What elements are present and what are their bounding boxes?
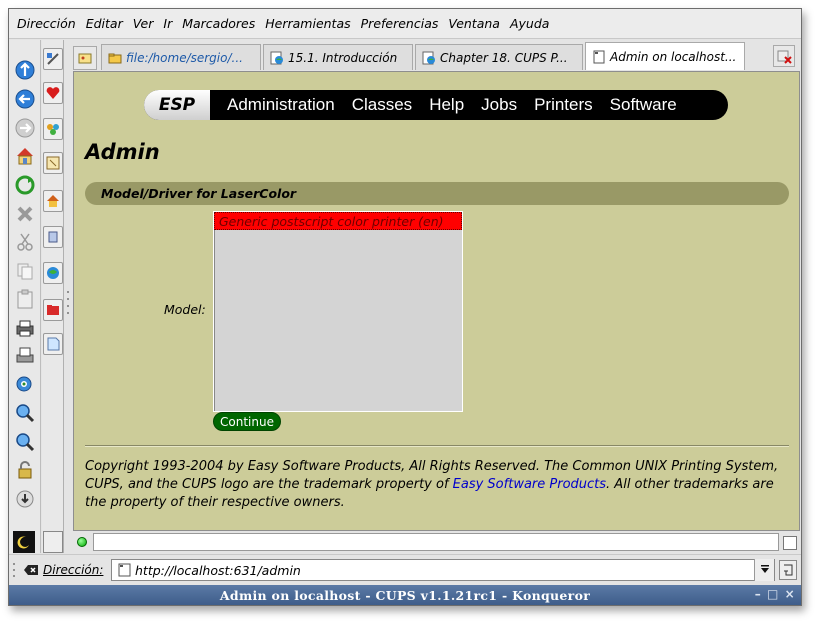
model-label: Model: [164, 302, 206, 317]
location-label: Dirección: [43, 563, 104, 577]
model-select-list[interactable]: Generic postscript color printer (en) [213, 211, 463, 412]
nav-link-printers[interactable]: Printers [534, 95, 593, 115]
tab-label: Admin on localhost... [610, 49, 737, 64]
page-icon [593, 50, 605, 63]
maximize-button[interactable]: □ [767, 587, 779, 601]
web-page-content: ESP Administration Classes Help Jobs Pri… [73, 71, 800, 531]
paste-icon[interactable] [13, 287, 37, 311]
horizontal-rule [85, 445, 789, 447]
sidebar-strip [42, 40, 64, 553]
tab-bar: file:/home/sergio/... 15.1. Introducción… [73, 42, 801, 70]
nav-link-administration[interactable]: Administration [227, 95, 335, 115]
location-history-dropdown[interactable] [754, 559, 774, 581]
network-icon[interactable] [43, 262, 63, 284]
new-tab-icon [78, 53, 92, 64]
home-icon[interactable] [13, 144, 37, 168]
back-icon[interactable] [13, 87, 37, 111]
tab-label: Chapter 18. CUPS P... [440, 50, 568, 65]
config-sidebar-icon[interactable] [43, 48, 63, 70]
home-folder-icon[interactable] [43, 190, 63, 212]
page-title: Admin [85, 140, 160, 164]
window-controls: – □ × [755, 587, 795, 601]
notes-icon[interactable] [43, 333, 63, 355]
main-toolbar [9, 40, 41, 553]
status-led-icon [77, 537, 87, 547]
nav-link-jobs[interactable]: Jobs [481, 95, 517, 115]
minimize-button[interactable]: – [755, 587, 761, 601]
location-field[interactable] [111, 559, 775, 581]
print-icon[interactable] [13, 316, 37, 340]
menu-marcadores[interactable]: Marcadores [182, 16, 255, 31]
copyright-notice: Copyright 1993-2004 by Easy Software Pro… [85, 458, 797, 512]
easy-software-link[interactable]: Easy Software Products [453, 477, 606, 492]
page-icon [118, 563, 131, 577]
root-folder-icon[interactable] [43, 299, 63, 321]
section-header: Model/Driver for LaserColor [85, 182, 789, 205]
copy-icon[interactable] [13, 259, 37, 283]
status-bar [73, 532, 801, 552]
folder-icon [108, 53, 122, 63]
menu-direccion[interactable]: Dirección [17, 16, 76, 31]
close-tab-button[interactable] [773, 45, 795, 67]
clear-location-icon[interactable] [23, 563, 39, 577]
window-titlebar[interactable]: Admin on localhost - CUPS v1.1.21rc1 - K… [9, 585, 801, 605]
toolbar-grip-handle[interactable] [12, 561, 16, 579]
nav-link-help[interactable]: Help [429, 95, 464, 115]
tab-file-home[interactable]: file:/home/sergio/... [101, 44, 261, 70]
model-option-selected[interactable]: Generic postscript color printer (en) [214, 212, 462, 230]
tab-label: file:/home/sergio/... [126, 50, 243, 65]
konqueror-window: Dirección Editar Ver Ir Marcadores Herra… [8, 8, 802, 606]
location-input[interactable] [135, 562, 755, 578]
web-icon [422, 51, 435, 64]
location-toolbar: Dirección: [9, 554, 801, 584]
menu-herramientas[interactable]: Herramientas [265, 16, 350, 31]
continue-button[interactable]: Continue [213, 412, 281, 431]
sidebar-toggle-button[interactable] [43, 531, 63, 553]
bookmarks-heart-icon[interactable] [43, 82, 63, 104]
download-icon[interactable] [13, 487, 37, 511]
devices-icon[interactable] [43, 226, 63, 248]
menu-preferencias[interactable]: Preferencias [361, 16, 439, 31]
menu-editar[interactable]: Editar [86, 16, 123, 31]
close-window-button[interactable]: × [785, 587, 795, 601]
esp-logo[interactable]: ESP [144, 90, 210, 120]
nav-link-classes[interactable]: Classes [352, 95, 412, 115]
menu-ayuda[interactable]: Ayuda [510, 16, 549, 31]
history-icon[interactable] [43, 152, 63, 174]
cut-icon[interactable] [13, 230, 37, 254]
zoom-icon[interactable] [13, 373, 37, 397]
print-frame-icon[interactable] [13, 344, 37, 368]
stop-icon[interactable] [13, 202, 37, 226]
disabled-nav-icon[interactable] [13, 116, 37, 140]
go-icon [784, 564, 793, 576]
services-icon[interactable] [43, 118, 63, 140]
tab-label: 15.1. Introducción [288, 50, 398, 65]
sidebar-resize-handle[interactable] [66, 289, 70, 319]
window-title: Admin on localhost - CUPS v1.1.21rc1 - K… [219, 587, 591, 603]
web-icon [270, 51, 283, 64]
zoom-in-icon[interactable] [13, 401, 37, 425]
nav-link-software[interactable]: Software [610, 95, 677, 115]
menu-ver[interactable]: Ver [133, 16, 154, 31]
section-header-text: Model/Driver for LaserColor [101, 186, 297, 201]
security-icon[interactable] [13, 458, 37, 482]
menubar: Dirección Editar Ver Ir Marcadores Herra… [9, 9, 801, 39]
reload-icon[interactable] [13, 173, 37, 197]
menu-ir[interactable]: Ir [163, 16, 172, 31]
cups-navbar: ESP Administration Classes Help Jobs Pri… [144, 90, 728, 120]
tab-cups-chapter[interactable]: Chapter 18. CUPS P... [415, 44, 583, 70]
close-tab-icon [777, 50, 792, 64]
chevron-down-icon [760, 565, 769, 573]
status-checkbox[interactable] [783, 536, 797, 550]
tab-introduccion[interactable]: 15.1. Introducción [263, 44, 413, 70]
zoom-out-icon[interactable] [13, 430, 37, 454]
new-tab-button[interactable] [73, 46, 97, 70]
menu-ventana[interactable]: Ventana [448, 16, 500, 31]
status-message-field [93, 533, 779, 551]
tab-admin-localhost[interactable]: Admin on localhost... [585, 42, 745, 70]
moon-icon[interactable] [13, 531, 35, 553]
go-button[interactable] [779, 560, 797, 580]
forward-icon[interactable] [13, 58, 37, 82]
